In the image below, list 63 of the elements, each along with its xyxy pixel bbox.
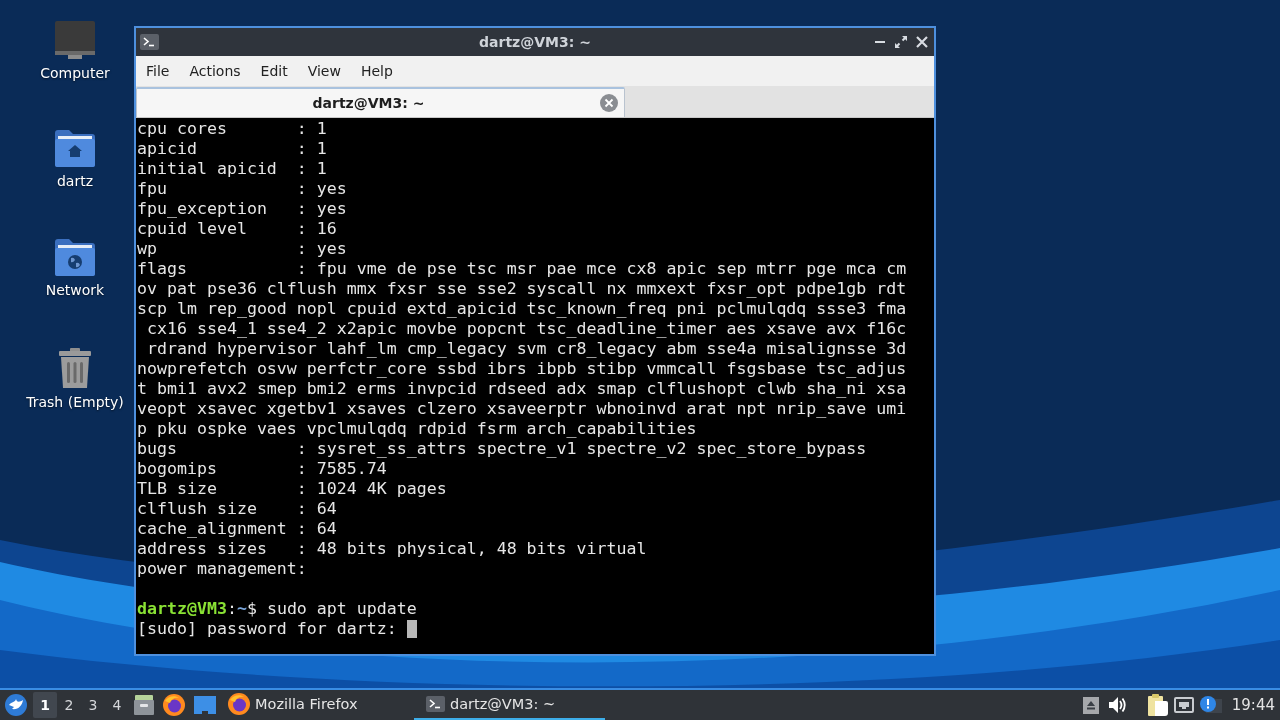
terminal-cursor-icon (406, 620, 417, 638)
terminal-line: initial apicid : 1 (137, 159, 328, 179)
terminal-line: address sizes : 48 bits physical, 48 bits virtual (137, 539, 648, 559)
window-title: dartz@VM3: ~ (479, 34, 591, 50)
clipboard-icon[interactable] (1147, 694, 1168, 716)
menu-item[interactable]: Actions (179, 61, 251, 81)
menu-item[interactable]: File (136, 61, 180, 81)
terminal-line: cx16 sse4_1 sse4_2 x2apic movbe popcnt tsc_deadline_timer aes xsave avx f16c (146, 319, 908, 339)
terminal-line: veopt xsavec xgetbv1 xsaves clzero xsaveerptr wbnoinvd arat npt nrip_save umi (137, 399, 908, 419)
terminal-line: ov pat pse36 clflush mmx fxsr sse sse2 syscall nx mmxext fxsr_opt pdpe1gb rdt (137, 279, 908, 299)
terminal-line: cache_alignment : 64 (137, 519, 338, 539)
clock[interactable]: 19:44 (1231, 696, 1275, 714)
desktop-icon-label[interactable]: Computer (40, 64, 110, 82)
workspace-button[interactable]: 4 (105, 692, 129, 718)
terminal-line: t bmi1 avx2 smep bmi2 erms invpcid rdseed adx smap clflushopt clwb sha_ni xsa (137, 379, 908, 399)
terminal-line: scp lm rep_good nopl cpuid extd_apicid tsc_known_freq pni pclmulqdq ssse3 fma (137, 299, 908, 319)
terminal-line: [sudo] password for dartz: (137, 619, 397, 639)
desktop-icon-label[interactable]: dartz (56, 172, 94, 190)
terminal-line: cpu cores : 1 (137, 119, 328, 139)
terminal-line: p pku ospke vaes vpclmulqdq rdpid fsrm arch_capabilities (137, 419, 698, 439)
speaker-icon[interactable] (1108, 697, 1127, 713)
trash-icon[interactable] (58, 348, 92, 388)
close-icon[interactable] (916, 36, 928, 48)
browser-icon (228, 693, 250, 715)
terminal-line: rdrand hypervisor lahf_lm cmp_legacy svm cr8_legacy abm sse4a misalignsse 3d (146, 339, 908, 359)
ethernet-icon[interactable] (1173, 697, 1194, 713)
terminal-icon (426, 696, 445, 712)
taskbar-task-button[interactable]: Mozilla Firefox (223, 690, 414, 720)
terminal-line: power management: (137, 559, 308, 579)
terminal-line: wp : yes (137, 239, 348, 259)
network-folder-icon[interactable] (55, 239, 95, 276)
menu-item[interactable]: Help (350, 61, 403, 81)
workspace-button[interactable]: 1 (33, 692, 57, 718)
terminal-line: apicid : 1 (137, 139, 328, 159)
terminal-line: fpu : yes (137, 179, 348, 199)
terminal-line: bogomips : 7585.74 (137, 459, 388, 479)
terminal-line: fpu_exception : yes (137, 199, 348, 219)
terminal-line: flags : fpu vme de pse tsc msr pae mce cx8 apic sep mtrr pge mca cm (137, 259, 908, 279)
monitor-icon[interactable] (55, 21, 95, 59)
terminal-line: clflush size : 64 (137, 499, 338, 519)
terminal-line: TLB size : 1024 4K pages (137, 479, 448, 499)
terminal-line: bugs : sysret_ss_attrs spectre_v1 spectre_v2 spec_store_bypass (137, 439, 868, 459)
taskbar-task-button[interactable]: dartz@VM3: ~ (414, 690, 605, 720)
terminal-prompt-line: dartz@VM3:~$ sudo apt update (137, 599, 418, 619)
terminal-tab[interactable]: dartz@VM3: ~ (136, 87, 625, 117)
close-tab-icon[interactable] (600, 94, 618, 112)
desktop-icon-label[interactable]: Network (45, 281, 105, 299)
maximize-icon[interactable] (895, 36, 907, 48)
workspace-button[interactable]: 3 (81, 692, 105, 718)
notification-icon[interactable] (1199, 696, 1222, 714)
eject-icon[interactable] (1082, 696, 1099, 714)
home-folder-icon[interactable] (55, 130, 95, 167)
terminal-icon[interactable] (140, 34, 159, 50)
file-drawer-icon[interactable] (134, 695, 154, 715)
screen-icon[interactable] (194, 696, 216, 714)
menu-item[interactable]: Edit (250, 61, 298, 81)
menu-item[interactable]: View (297, 61, 351, 81)
browser-icon[interactable] (163, 694, 185, 716)
desktop-icon-label[interactable]: Trash (Empty) (26, 393, 124, 411)
terminal-line: cpuid level : 16 (137, 219, 338, 239)
workspace-button[interactable]: 2 (57, 692, 81, 718)
terminal-line: nowprefetch osvw perfctr_core ssbd ibrs ibpb stibp vmmcall fsgsbase tsc_adjus (137, 359, 908, 379)
app-menu-icon[interactable] (5, 694, 27, 716)
